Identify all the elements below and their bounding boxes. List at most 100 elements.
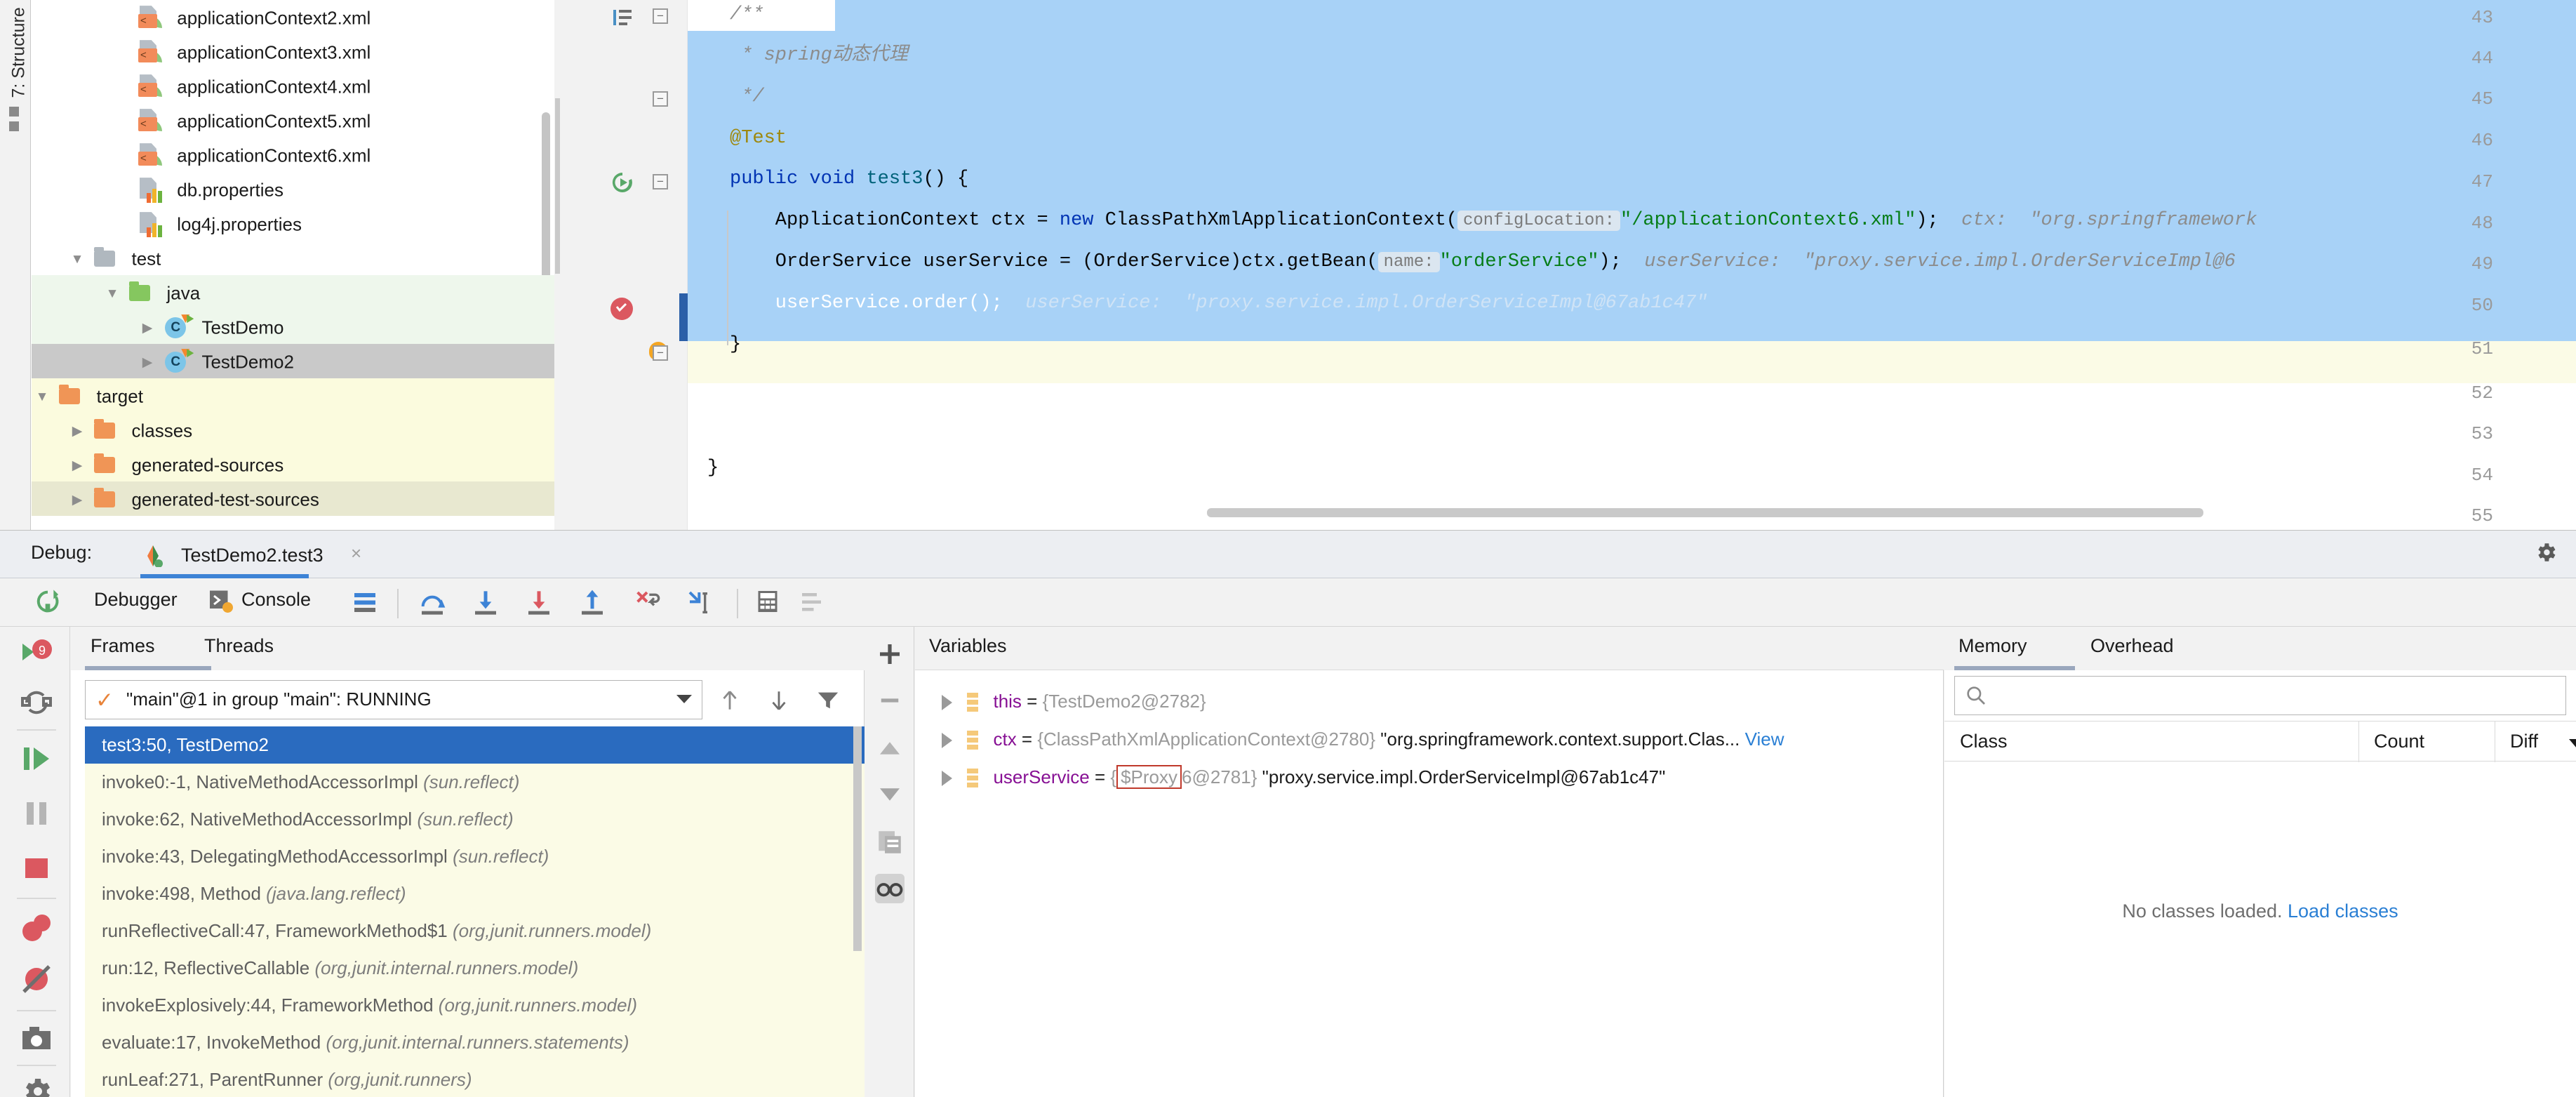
tree-row[interactable]: applicationContext4.xml — [32, 69, 554, 103]
view-breakpoints-icon[interactable] — [20, 910, 53, 944]
arrow-down-icon[interactable] — [767, 689, 791, 712]
frame-item[interactable]: evaluate:17, InvokeMethod (org,junit.int… — [85, 1024, 865, 1061]
tree-row[interactable]: applicationContext6.xml — [32, 138, 554, 172]
tree-row[interactable]: applicationContext3.xml — [32, 34, 554, 69]
editor-gutter[interactable] — [554, 0, 688, 530]
expand-triangle-icon[interactable] — [942, 771, 952, 787]
frames-list[interactable]: test3:50, TestDemo2 invoke0:-1, NativeMe… — [85, 726, 865, 1097]
fold-marker-icon[interactable]: − — [653, 174, 668, 190]
show-execution-point-icon[interactable]: 9 — [20, 637, 53, 670]
stop-icon[interactable] — [20, 851, 53, 885]
settings-gear-icon[interactable] — [2534, 540, 2558, 564]
console-icon[interactable] — [208, 587, 233, 618]
tree-row-generated-test-sources[interactable]: ▶ generated-test-sources — [32, 481, 554, 516]
tree-row[interactable]: applicationContext2.xml — [32, 0, 554, 34]
tab-overhead[interactable]: Overhead — [2090, 635, 2174, 657]
thread-selector[interactable]: ✓ "main"@1 in group "main": RUNNING — [85, 680, 702, 719]
tab-threads[interactable]: Threads — [204, 635, 274, 657]
frame-item[interactable]: invoke0:-1, NativeMethodAccessorImpl (su… — [85, 764, 865, 801]
evaluate-expression-icon[interactable] — [755, 589, 780, 619]
copy-icon[interactable] — [875, 827, 905, 857]
fold-marker-icon[interactable]: − — [653, 8, 668, 24]
arrow-up-icon[interactable] — [718, 689, 742, 712]
column-diff[interactable]: Diff — [2510, 731, 2538, 752]
chevron-down-icon[interactable] — [676, 695, 692, 703]
minus-icon[interactable] — [875, 686, 905, 715]
tree-row-test[interactable]: ▼ test — [32, 241, 554, 275]
load-classes-link[interactable]: Load classes — [2288, 900, 2398, 922]
chevron-right-icon[interactable]: ▶ — [67, 483, 88, 517]
variable-row-userservice[interactable]: userService = {$Proxy 6@2781} "proxy.serv… — [942, 760, 1665, 794]
chevron-right-icon[interactable]: ▶ — [137, 311, 158, 345]
chevron-right-icon[interactable]: ▶ — [67, 448, 88, 483]
tab-console[interactable]: Console — [241, 589, 311, 611]
tab-frames[interactable]: Frames — [91, 635, 155, 657]
tree-row-testdemo[interactable]: ▶ TestDemo — [32, 310, 554, 344]
settings-gear-icon[interactable] — [20, 1075, 53, 1097]
tree-row-generated-sources[interactable]: ▶ generated-sources — [32, 447, 554, 481]
rerun-icon[interactable] — [34, 587, 62, 620]
tree-row-testdemo2[interactable]: ▶ TestDemo2 — [32, 344, 554, 378]
frame-item[interactable]: invoke:498, Method (java.lang.reflect) — [85, 875, 865, 912]
project-tree[interactable]: applicationContext2.xml applicationConte… — [32, 0, 554, 530]
frame-item[interactable]: invoke:62, NativeMethodAccessorImpl (sun… — [85, 801, 865, 838]
editor-horizontal-scrollbar[interactable] — [1207, 508, 2203, 517]
move-down-icon[interactable] — [875, 780, 905, 809]
settings-icon[interactable] — [800, 589, 825, 619]
filter-icon[interactable] — [816, 689, 840, 712]
frame-item[interactable]: runLeaf:271, ParentRunner (org,junit.run… — [85, 1061, 865, 1097]
column-count[interactable]: Count — [2374, 731, 2424, 752]
tree-row[interactable]: db.properties — [32, 172, 554, 206]
frame-item[interactable]: invoke:43, DelegatingMethodAccessorImpl … — [85, 838, 865, 875]
expand-triangle-icon[interactable] — [942, 733, 952, 749]
mute-breakpoints-icon[interactable] — [20, 962, 53, 996]
view-link[interactable]: View — [1745, 729, 1784, 750]
code-editor[interactable]: 43 44 45 46 47 48 49 50 51 52 53 54 55 −… — [554, 0, 2576, 530]
force-step-into-icon[interactable] — [525, 589, 553, 622]
breakpoint-icon[interactable] — [610, 298, 633, 320]
step-into-icon[interactable] — [472, 589, 500, 622]
chevron-down-icon[interactable]: ▼ — [102, 277, 123, 311]
drop-frame-icon[interactable] — [633, 589, 661, 622]
plus-icon[interactable] — [875, 639, 905, 669]
frame-item-selected[interactable]: test3:50, TestDemo2 — [85, 726, 865, 764]
run-test-gutter-icon[interactable] — [610, 171, 634, 194]
frame-item[interactable]: run:12, ReflectiveCallable (org,junit.in… — [85, 950, 865, 987]
close-icon[interactable]: × — [351, 543, 361, 564]
chevron-right-icon[interactable]: ▶ — [67, 414, 88, 448]
tab-debugger[interactable]: Debugger — [94, 589, 178, 611]
pause-program-icon[interactable] — [20, 797, 53, 830]
move-up-icon[interactable] — [875, 733, 905, 763]
frame-item[interactable]: invokeExplosively:44, FrameworkMethod (o… — [85, 987, 865, 1024]
run-to-cursor-icon[interactable] — [686, 589, 714, 622]
step-over-icon[interactable] — [418, 589, 446, 622]
step-out-icon[interactable] — [578, 589, 606, 622]
tree-row-classes[interactable]: ▶ classes — [32, 413, 554, 447]
structure-tool-label[interactable]: 7: Structure — [9, 0, 29, 98]
sort-desc-icon[interactable] — [2569, 739, 2576, 748]
tree-row-target[interactable]: ▼ target — [32, 378, 554, 413]
tree-row[interactable]: applicationContext5.xml — [32, 103, 554, 138]
frame-item[interactable]: runReflectiveCall:47, FrameworkMethod$1 … — [85, 912, 865, 950]
frames-scrollbar[interactable] — [853, 726, 862, 951]
chevron-down-icon[interactable]: ▼ — [32, 380, 53, 414]
tree-row-java[interactable]: ▼ java — [32, 275, 554, 310]
watches-icon[interactable] — [875, 874, 905, 903]
camera-icon[interactable] — [20, 1021, 53, 1055]
debug-session-tab[interactable]: TestDemo2.test3 — [171, 538, 333, 578]
resume-program-icon[interactable] — [20, 742, 53, 776]
layout-icon[interactable] — [352, 589, 378, 619]
column-divider[interactable] — [2358, 722, 2359, 762]
tab-memory[interactable]: Memory — [1958, 635, 2027, 657]
chevron-down-icon[interactable]: ▼ — [67, 242, 88, 277]
fold-marker-icon[interactable]: − — [653, 345, 668, 361]
column-class[interactable]: Class — [1960, 731, 2008, 752]
fold-marker-icon[interactable]: − — [653, 91, 668, 107]
variable-row-this[interactable]: this = {TestDemo2@2782} — [942, 684, 1206, 718]
expand-triangle-icon[interactable] — [942, 695, 952, 711]
memory-search-field[interactable] — [1994, 682, 2556, 710]
chevron-right-icon[interactable]: ▶ — [137, 345, 158, 380]
variable-row-ctx[interactable]: ctx = {ClassPathXmlApplicationContext@27… — [942, 722, 1784, 756]
restore-layout-icon[interactable] — [20, 686, 53, 719]
tree-row[interactable]: log4j.properties — [32, 206, 554, 241]
